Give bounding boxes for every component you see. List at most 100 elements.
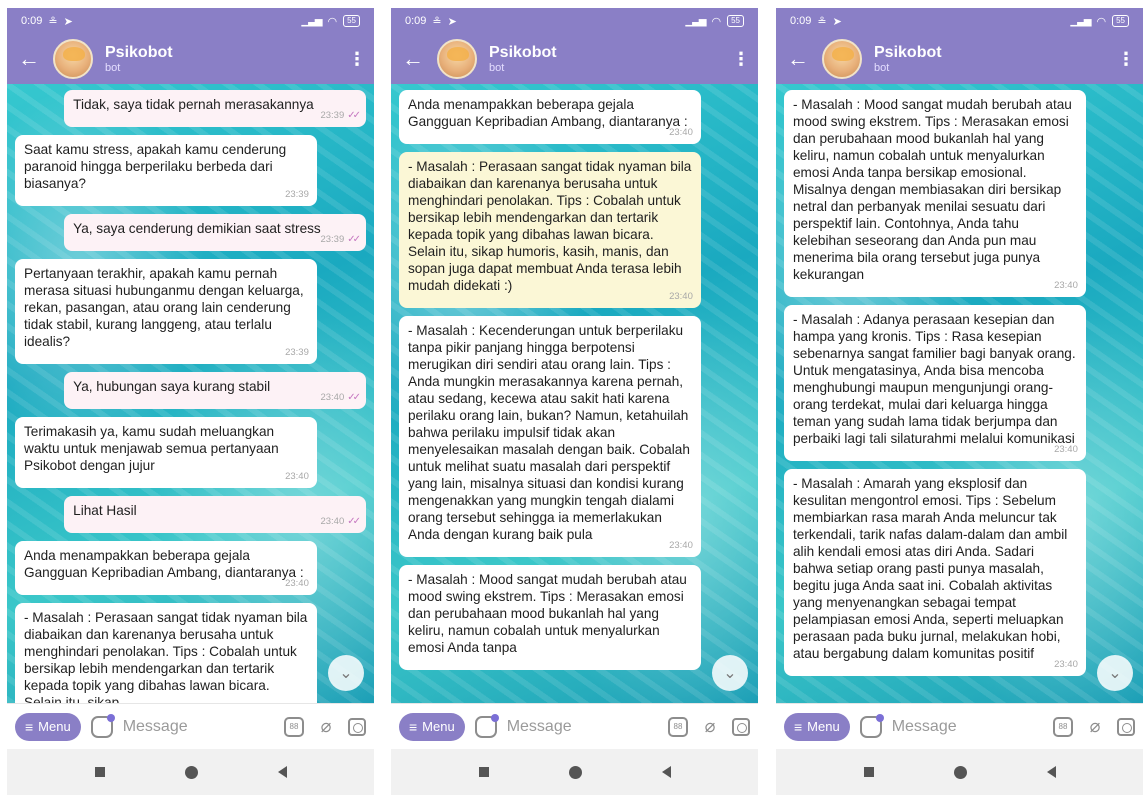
message-text: Tidak, saya tidak pernah merasakannya [73, 97, 314, 112]
camera-icon[interactable] [732, 717, 750, 736]
attach-icon[interactable]: ⌀ [314, 716, 338, 737]
more-options-icon[interactable]: ⋮ [348, 49, 366, 70]
message-time: 23:40 [669, 540, 693, 551]
camera-icon[interactable] [1117, 717, 1135, 736]
message-text: - Masalah : Mood sangat mudah berubah at… [408, 572, 687, 655]
outgoing-message[interactable]: Lihat Hasil 23:40 ✓✓ [64, 496, 366, 533]
incoming-message[interactable]: - Masalah : Adanya perasaan kesepian dan… [784, 305, 1086, 461]
recents-icon[interactable] [863, 767, 874, 777]
scroll-down-button[interactable]: ⌄ [1097, 655, 1133, 691]
attach-icon[interactable]: ⌀ [698, 716, 722, 737]
incoming-message[interactable]: Anda menampakkan beberapa gejala Ganggua… [399, 90, 701, 144]
message-input[interactable]: Message [507, 718, 658, 736]
status-bar: 0:09 ≗ ➤ ▁▃▅ ◠ 55 [776, 8, 1143, 34]
message-meta: 23:40 [669, 124, 693, 141]
message-time: 23:40 [669, 291, 693, 302]
outgoing-message[interactable]: Ya, hubungan saya kurang stabil 23:40 ✓✓ [64, 372, 366, 409]
double-check-icon: ✓✓ [347, 392, 361, 403]
back-nav-icon[interactable] [661, 766, 671, 778]
chevron-down-icon: ⌄ [1108, 665, 1122, 682]
message-time: 23:40 [1054, 444, 1078, 455]
outgoing-message[interactable]: Tidak, saya tidak pernah merasakannya 23:… [64, 90, 366, 127]
recents-icon[interactable] [94, 767, 105, 777]
back-nav-icon[interactable] [277, 766, 287, 778]
signal-icon: ▁▃▅ [1070, 15, 1091, 27]
menu-label: Menu [422, 719, 455, 734]
menu-button[interactable]: ≡ Menu [784, 712, 850, 741]
chat-header: ← Psikobot bot ⋮ [7, 34, 374, 84]
message-text: Ya, hubungan saya kurang stabil [73, 379, 271, 394]
menu-button[interactable]: ≡ Menu [399, 712, 465, 741]
wifi-icon: ◠ [327, 15, 338, 28]
chat-area[interactable]: Anda menampakkan beberapa gejala Ganggua… [391, 84, 758, 703]
incoming-message[interactable]: Terimakasih ya, kamu sudah meluangkan wa… [15, 417, 317, 488]
back-arrow-icon[interactable]: ← [401, 46, 425, 72]
incoming-message[interactable]: Pertanyaan terakhir, apakah kamu pernah … [15, 259, 317, 364]
message-input[interactable]: Message [123, 718, 274, 736]
incoming-message[interactable]: - Masalah : Mood sangat mudah berubah at… [399, 565, 701, 670]
double-check-icon: ✓✓ [347, 234, 361, 245]
message-meta: 23:39 [285, 186, 309, 203]
menu-icon: ≡ [409, 718, 418, 735]
message-meta: 23:39 ✓✓ [320, 231, 361, 248]
battery-icon: 55 [1112, 15, 1129, 27]
menu-button[interactable]: ≡ Menu [15, 712, 81, 741]
more-options-icon[interactable]: ⋮ [1117, 49, 1135, 70]
incoming-message[interactable]: - Masalah : Perasaan sangat tidak nyaman… [399, 152, 701, 308]
incoming-message[interactable]: - Masalah : Kecenderungan untuk berperil… [399, 316, 701, 557]
sticker-icon[interactable] [859, 713, 884, 738]
bot-subtitle: bot [489, 61, 505, 74]
telegram-icon: ➤ [447, 15, 457, 28]
phone-screen-2: 0:09 ≗ ➤ ▁▃▅ ◠ 55 ← Psikobot bot ⋮ Anda … [391, 8, 758, 795]
outgoing-message[interactable]: Ya, saya cenderung demikian saat stress 2… [64, 214, 366, 251]
incoming-message[interactable]: - Masalah : Amarah yang eksplosif dan ke… [784, 469, 1086, 676]
incoming-message[interactable]: Saat kamu stress, apakah kamu cenderung … [15, 135, 317, 206]
bot-commands-icon[interactable]: 88 [668, 716, 688, 737]
message-time: 23:40 [320, 392, 345, 403]
home-icon[interactable] [568, 765, 582, 779]
bot-avatar[interactable] [822, 39, 862, 79]
back-arrow-icon[interactable]: ← [786, 46, 810, 72]
battery-icon: 55 [727, 15, 744, 27]
status-bar: 0:09 ≗ ➤ ▁▃▅ ◠ 55 [7, 8, 374, 34]
bot-commands-icon[interactable]: 88 [1053, 716, 1073, 737]
message-input[interactable]: Message [892, 718, 1043, 736]
back-arrow-icon[interactable]: ← [17, 46, 41, 72]
incoming-message[interactable]: Anda menampakkan beberapa gejala Ganggua… [15, 541, 317, 595]
home-icon[interactable] [953, 765, 967, 779]
message-meta: 23:39 [285, 344, 309, 361]
message-time: 23:40 [320, 516, 345, 527]
sync-icon: ≗ [432, 15, 442, 28]
double-check-icon: ✓✓ [347, 110, 361, 121]
telegram-icon: ➤ [63, 15, 73, 28]
more-options-icon[interactable]: ⋮ [732, 49, 750, 70]
sticker-icon[interactable] [90, 713, 115, 738]
home-icon[interactable] [184, 765, 198, 779]
android-nav-bar [776, 749, 1143, 795]
recents-icon[interactable] [478, 767, 489, 777]
incoming-message[interactable]: - Masalah : Perasaan sangat tidak nyaman… [15, 603, 317, 703]
status-bar: 0:09 ≗ ➤ ▁▃▅ ◠ 55 [391, 8, 758, 34]
chat-area[interactable]: - Masalah : Mood sangat mudah berubah at… [776, 84, 1143, 703]
message-text: Saat kamu stress, apakah kamu cenderung … [24, 142, 287, 191]
scroll-down-button[interactable]: ⌄ [328, 655, 364, 691]
menu-icon: ≡ [25, 718, 34, 735]
double-check-icon: ✓✓ [347, 516, 361, 527]
attach-icon[interactable]: ⌀ [1083, 716, 1107, 737]
message-time: 23:39 [320, 110, 345, 121]
bot-avatar[interactable] [53, 39, 93, 79]
scroll-down-button[interactable]: ⌄ [712, 655, 748, 691]
chat-area[interactable]: Tidak, saya tidak pernah merasakannya 23:… [7, 84, 374, 703]
message-meta: 23:40 [1054, 441, 1078, 458]
message-meta: 23:40 ✓✓ [320, 513, 361, 530]
camera-icon[interactable] [348, 717, 366, 736]
back-nav-icon[interactable] [1046, 766, 1056, 778]
menu-label: Menu [807, 719, 840, 734]
bot-commands-icon[interactable]: 88 [284, 716, 304, 737]
sticker-icon[interactable] [474, 713, 499, 738]
signal-icon: ▁▃▅ [685, 15, 706, 27]
bot-name: Psikobot [874, 44, 942, 62]
message-meta: 23:40 [669, 288, 693, 305]
incoming-message[interactable]: - Masalah : Mood sangat mudah berubah at… [784, 90, 1086, 297]
bot-avatar[interactable] [437, 39, 477, 79]
